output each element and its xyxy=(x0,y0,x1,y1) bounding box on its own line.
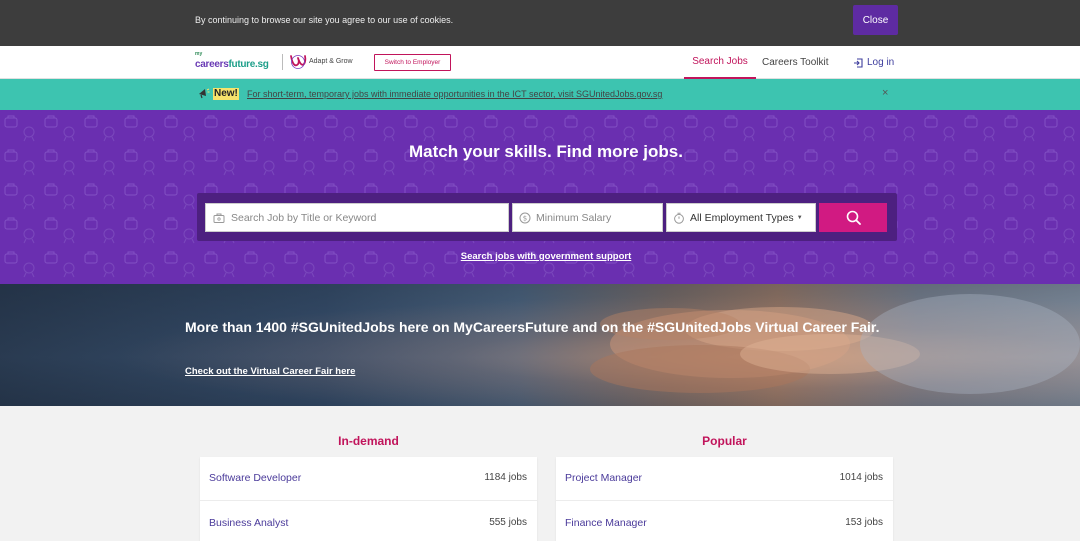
job-count: 153 jobs xyxy=(845,517,883,528)
briefcase-icon xyxy=(213,213,225,223)
job-count: 1184 jobs xyxy=(484,472,527,483)
nav-login[interactable]: Log in xyxy=(853,46,894,79)
stacked-hands-image xyxy=(590,294,1080,394)
adapt-grow-label: Adapt & Grow xyxy=(309,57,353,65)
stopwatch-icon xyxy=(674,212,684,224)
in-demand-title: In-demand xyxy=(338,434,399,448)
svg-text:$: $ xyxy=(523,214,527,222)
job-count: 555 jobs xyxy=(489,517,527,528)
search-icon xyxy=(846,210,861,225)
dollar-icon: $ xyxy=(519,212,531,223)
cookie-text: By continuing to browse our site you agr… xyxy=(195,15,454,25)
chevron-down-icon: ▼ xyxy=(796,214,803,221)
keyword-search-input[interactable]: Search Job by Title or Keyword xyxy=(205,203,509,232)
adapt-and-grow-logo[interactable]: Adapt & Grow xyxy=(289,53,353,69)
list-item[interactable]: Project Manager 1014 jobs xyxy=(556,457,893,501)
logo-careers-text: careers xyxy=(195,59,229,70)
search-button[interactable] xyxy=(819,203,887,232)
government-support-link[interactable]: Search jobs with government support xyxy=(0,251,1080,262)
logo-my-text: my xyxy=(195,51,203,57)
cookie-close-button[interactable]: Close xyxy=(853,5,898,35)
nav-careers-toolkit[interactable]: Careers Toolkit xyxy=(762,46,829,79)
list-item[interactable]: Finance Manager 153 jobs xyxy=(556,502,893,541)
new-badge: New! xyxy=(213,88,239,100)
logo-divider xyxy=(282,54,283,70)
salary-placeholder: Minimum Salary xyxy=(536,211,612,224)
virtual-career-fair-link[interactable]: Check out the Virtual Career Fair here xyxy=(185,366,355,377)
hero-search-section: Match your skills. Find more jobs. Searc… xyxy=(0,110,1080,284)
switch-to-employer-button[interactable]: Switch to Employer xyxy=(374,54,451,71)
job-title: Finance Manager xyxy=(565,517,647,529)
keyword-placeholder: Search Job by Title or Keyword xyxy=(231,211,377,224)
job-count: 1014 jobs xyxy=(839,472,883,483)
hero-title: Match your skills. Find more jobs. xyxy=(409,142,683,161)
logo-wordmark: careersfuture.sg xyxy=(195,59,269,70)
list-item[interactable]: Business Analyst 555 jobs xyxy=(200,502,537,541)
minimum-salary-input[interactable]: $ Minimum Salary xyxy=(512,203,663,232)
job-title: Project Manager xyxy=(565,472,643,484)
logo-future-text: future.sg xyxy=(228,59,269,70)
employment-type-select[interactable]: All Employment Types ▼ xyxy=(666,203,816,232)
site-header: my careersfuture.sg Adapt & Grow Switch … xyxy=(0,46,1080,79)
announcement-bar: New! For short-term, temporary jobs with… xyxy=(0,79,1080,110)
popular-title: Popular xyxy=(702,434,747,448)
employment-type-value: All Employment Types xyxy=(690,211,794,224)
popular-card: Project Manager 1014 jobs Finance Manage… xyxy=(556,457,893,541)
virtual-career-fair-banner: More than 1400 #SGUnitedJobs here on MyC… xyxy=(0,284,1080,406)
job-title: Business Analyst xyxy=(209,517,289,529)
login-icon xyxy=(854,57,863,68)
list-item[interactable]: Software Developer 1184 jobs xyxy=(200,457,537,501)
cookie-bar: By continuing to browse our site you agr… xyxy=(0,0,1080,46)
mycareersfuture-logo[interactable]: my careersfuture.sg xyxy=(195,51,269,70)
announcement-close-icon[interactable]: × xyxy=(882,88,888,99)
megaphone-icon xyxy=(199,88,210,99)
announcement-link[interactable]: For short-term, temporary jobs with imme… xyxy=(247,89,662,99)
job-title: Software Developer xyxy=(209,472,302,484)
adapt-grow-icon xyxy=(290,55,307,69)
search-panel: Search Job by Title or Keyword $ Minimum… xyxy=(197,193,897,241)
in-demand-card: Software Developer 1184 jobs Business An… xyxy=(200,457,537,541)
banner-title: More than 1400 #SGUnitedJobs here on MyC… xyxy=(185,319,880,335)
nav-search-jobs[interactable]: Search Jobs xyxy=(684,46,756,79)
login-label: Log in xyxy=(867,57,895,68)
job-categories-section: In-demand Software Developer 1184 jobs B… xyxy=(0,406,1080,541)
